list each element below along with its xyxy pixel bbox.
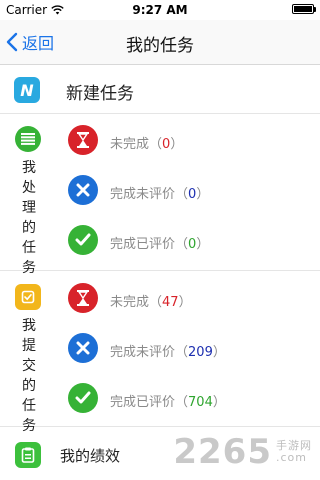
submitted-unfinished-count: 47: [162, 295, 179, 310]
submit-icon: [15, 284, 41, 310]
watermark-sub: 手游网 .com: [276, 439, 312, 464]
performance-icon: [15, 442, 41, 468]
new-task-icon-letter: N: [20, 80, 34, 100]
hourglass-icon: [68, 283, 98, 313]
check-icon: [68, 383, 98, 413]
handled-unrated-count: 0: [188, 187, 197, 202]
navigation-bar: 返回 我的任务: [0, 20, 320, 65]
submitted-rated-count: 704: [188, 395, 213, 410]
submitted-unrated-count: 209: [188, 345, 213, 360]
handled-tasks-group: 我处理的任务 未完成（0） 完成未评价（0） 完成已评价（0）: [0, 114, 320, 276]
submitted-unfinished-label: 未完成（47）: [110, 295, 192, 310]
submitted-rated-label: 完成已评价（704）: [110, 395, 226, 410]
handled-unrated-label: 完成未评价（0）: [110, 187, 210, 202]
watermark-logo: 2265 手游网 .com: [162, 428, 312, 476]
submitted-unfinished-item[interactable]: 未完成（47）: [58, 276, 320, 322]
status-bar: Carrier 9:27 AM: [0, 0, 320, 20]
new-task-label: 新建任务: [66, 84, 134, 104]
handled-tasks-title: 我处理的任务: [22, 160, 36, 276]
page-title: 我的任务: [126, 36, 194, 56]
list-icon: [15, 126, 41, 152]
handled-unfinished-count: 0: [162, 137, 171, 152]
submitted-rated-item[interactable]: 完成已评价（704）: [58, 376, 320, 422]
handled-unfinished-label: 未完成（0）: [110, 137, 184, 152]
handled-rated-count: 0: [188, 237, 197, 252]
performance-label: 我的绩效: [60, 447, 121, 465]
x-icon: [68, 175, 98, 205]
submitted-tasks-group: 我提交的任务 未完成（47） 完成未评价（209） 完成已评价（704）: [0, 272, 320, 434]
watermark-brand: 2265: [173, 432, 272, 472]
status-time: 9:27 AM: [132, 3, 188, 17]
handled-tasks-header: 我处理的任务: [0, 114, 58, 276]
new-task-row[interactable]: N 新建任务: [0, 65, 320, 114]
hourglass-icon: [68, 125, 98, 155]
battery-icon: [292, 4, 316, 14]
handled-rated-item[interactable]: 完成已评价（0）: [58, 218, 320, 264]
new-task-icon: N: [14, 77, 40, 103]
submitted-tasks-header: 我提交的任务: [0, 272, 58, 434]
x-icon: [68, 333, 98, 363]
submitted-unrated-item[interactable]: 完成未评价（209）: [58, 326, 320, 372]
submitted-tasks-title: 我提交的任务: [22, 318, 36, 434]
submitted-unrated-label: 完成未评价（209）: [110, 345, 226, 360]
check-icon: [68, 225, 98, 255]
handled-unfinished-item[interactable]: 未完成（0）: [58, 118, 320, 164]
handled-rated-label: 完成已评价（0）: [110, 237, 210, 252]
handled-unrated-item[interactable]: 完成未评价（0）: [58, 168, 320, 214]
